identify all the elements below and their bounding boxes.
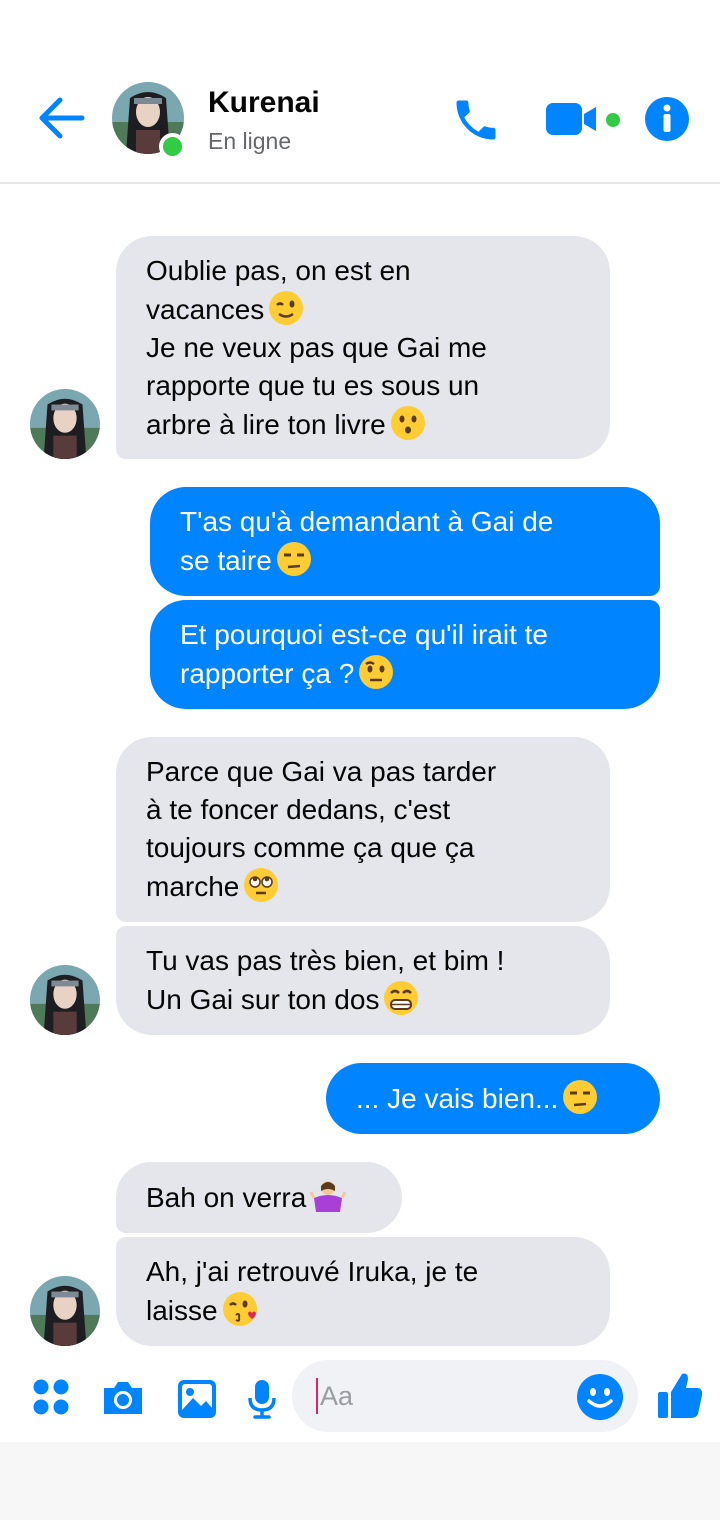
eye-roll-emoji-icon xyxy=(244,868,279,902)
outgoing-message[interactable]: T'as qu'à demandant à Gai de se taire xyxy=(150,487,660,596)
contact-avatar-small[interactable] xyxy=(30,1276,100,1346)
bottom-safe-area xyxy=(0,1442,720,1520)
incoming-message[interactable]: Ah, j'ai retrouvé Iruka, je te laisse xyxy=(116,1237,610,1346)
kissing-emoji-icon xyxy=(390,405,425,440)
image-icon[interactable] xyxy=(176,1378,218,1425)
contact-name[interactable]: Kurenai xyxy=(208,86,320,120)
unamused-emoji-icon xyxy=(276,542,311,576)
wink-emoji-icon xyxy=(269,290,304,325)
video-active-indicator xyxy=(604,111,622,129)
raised-eyebrow-emoji-icon xyxy=(359,655,394,689)
unamused-emoji-icon xyxy=(563,1080,598,1114)
incoming-message[interactable]: Oublie pas, on est en vacances Je ne veu… xyxy=(116,236,610,459)
message-text: Et pourquoi est-ce qu'il irait te rappor… xyxy=(180,619,548,689)
message-text: T'as qu'à demandant à Gai de se taire xyxy=(180,506,554,576)
message-text: Tu vas pas très bien, et bim ! Un Gai su… xyxy=(146,945,505,1015)
message-text: ... Je vais bien... xyxy=(356,1079,598,1118)
message-text: Ah, j'ai retrouvé Iruka, je te laisse xyxy=(146,1256,479,1326)
outgoing-message[interactable]: ... Je vais bien... xyxy=(326,1063,660,1134)
back-arrow-icon[interactable] xyxy=(38,96,86,140)
grin-emoji-icon xyxy=(384,981,419,1015)
contact-avatar-small[interactable] xyxy=(30,389,100,459)
message-input-placeholder: Aa xyxy=(320,1381,354,1411)
camera-icon[interactable] xyxy=(100,1378,146,1423)
shrug-emoji-icon xyxy=(310,1181,347,1212)
thumbs-up-icon[interactable] xyxy=(656,1370,704,1425)
message-text: Parce que Gai va pas tarder à te foncer … xyxy=(146,756,497,902)
apps-grid-icon[interactable] xyxy=(32,1378,70,1421)
smiley-icon[interactable] xyxy=(576,1373,624,1426)
incoming-message[interactable]: Bah on verra xyxy=(116,1162,402,1233)
incoming-message[interactable]: Tu vas pas très bien, et bim ! Un Gai su… xyxy=(116,926,610,1035)
online-indicator xyxy=(159,133,186,160)
chat-header: Kurenai En ligne xyxy=(0,0,720,184)
message-text: Oublie pas, on est en vacances Je ne veu… xyxy=(146,254,487,440)
outgoing-message[interactable]: Et pourquoi est-ce qu'il irait te rappor… xyxy=(150,600,660,709)
contact-avatar-small[interactable] xyxy=(30,965,100,1035)
incoming-message[interactable]: Parce que Gai va pas tarder à te foncer … xyxy=(116,737,610,922)
phone-icon[interactable] xyxy=(450,94,502,146)
info-icon[interactable] xyxy=(644,96,690,142)
microphone-icon[interactable] xyxy=(246,1378,278,1425)
text-cursor xyxy=(316,1378,318,1414)
kiss-emoji-icon xyxy=(222,1292,257,1326)
message-text: Bah on verra xyxy=(146,1178,347,1217)
video-camera-icon[interactable] xyxy=(544,99,600,139)
contact-status: En ligne xyxy=(208,128,292,154)
